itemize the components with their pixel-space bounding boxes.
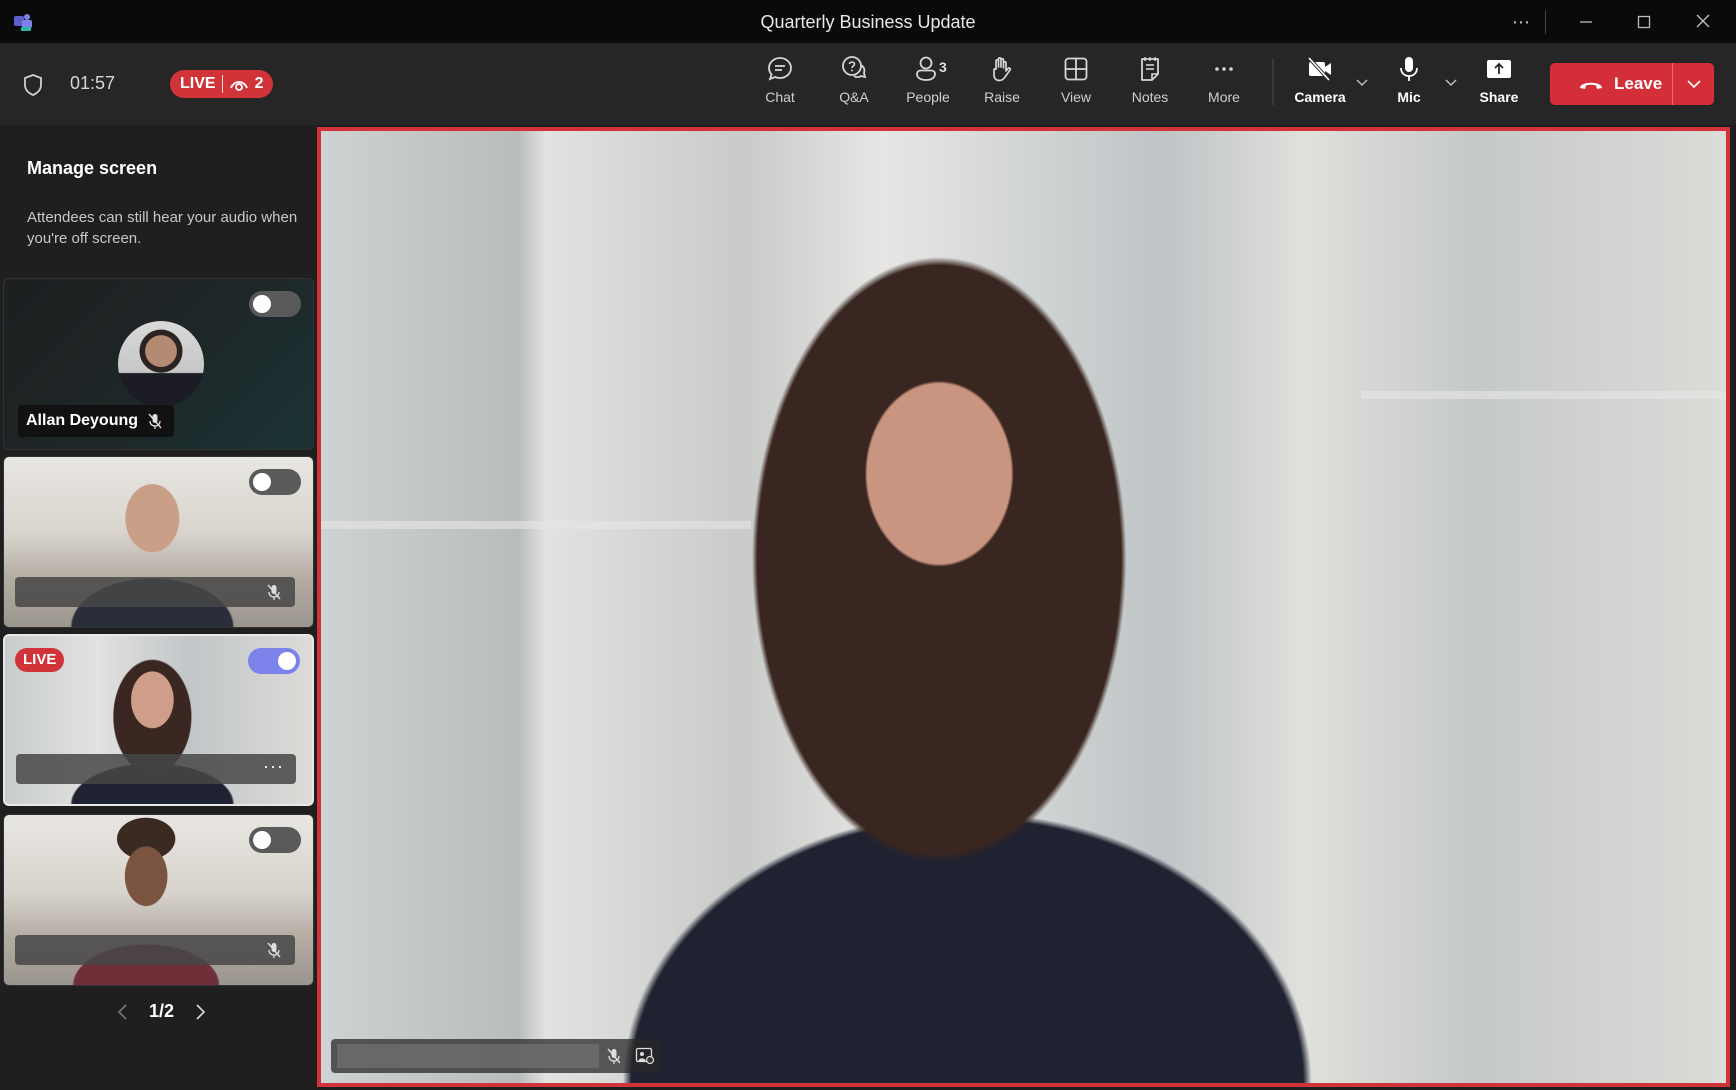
leave-options-button[interactable] <box>1673 63 1714 105</box>
on-screen-toggle[interactable] <box>249 291 301 317</box>
tile-pager: 1/2 <box>115 1001 208 1022</box>
panel-title: Manage screen <box>27 158 158 178</box>
participant-name-bar: ··· <box>16 754 296 784</box>
leave-button-group: Leave <box>1550 63 1714 105</box>
hang-up-icon <box>1580 82 1602 89</box>
people-button[interactable]: 3 People <box>895 55 961 117</box>
meeting-toolbar: 01:57 LIVE 2 Chat Q&A 3 People Raise Vie… <box>0 43 1736 125</box>
more-icon <box>1215 67 1233 71</box>
mic-muted-icon <box>267 942 281 958</box>
mic-muted-icon <box>607 1048 621 1064</box>
notes-icon <box>1141 57 1159 81</box>
mic-options-chevron-icon[interactable] <box>1442 73 1460 91</box>
participant-name-bar <box>15 935 295 965</box>
notes-button[interactable]: Notes <box>1117 55 1183 117</box>
mic-label: Mic <box>1397 89 1421 105</box>
manage-screen-panel: Manage screen Attendees can still hear y… <box>0 125 317 1090</box>
minimize-button[interactable] <box>1573 10 1599 34</box>
viewers-eye-icon <box>229 81 248 91</box>
maximize-button[interactable] <box>1631 10 1657 34</box>
raise-label: Raise <box>984 89 1020 105</box>
main-video-stage <box>317 127 1730 1087</box>
window-title: Quarterly Business Update <box>760 12 976 32</box>
chevron-down-icon <box>1686 80 1701 89</box>
main-video-name-bar <box>331 1039 661 1073</box>
more-label: More <box>1208 89 1240 105</box>
qa-label: Q&A <box>839 89 869 105</box>
next-page-icon[interactable] <box>192 1002 208 1022</box>
avatar <box>118 321 204 407</box>
more-options-icon[interactable]: ⋯ <box>1508 10 1534 34</box>
camera-options-chevron-icon[interactable] <box>1353 73 1371 91</box>
notes-label: Notes <box>1131 89 1169 105</box>
view-button[interactable]: View <box>1043 55 1109 117</box>
raise-hand-icon <box>993 57 1012 82</box>
participant-tile[interactable] <box>3 814 314 986</box>
previous-page-icon[interactable] <box>115 1002 131 1022</box>
on-screen-toggle[interactable] <box>248 648 300 674</box>
title-bar: Quarterly Business Update ⋯ <box>0 0 1736 43</box>
participant-tile-live[interactable]: LIVE ··· <box>3 634 314 806</box>
toggle-knob <box>278 652 296 670</box>
leave-button[interactable]: Leave <box>1550 63 1672 105</box>
spotlight-settings-icon[interactable] <box>635 1047 655 1065</box>
page-indicator: 1/2 <box>149 1001 175 1021</box>
on-screen-toggle[interactable] <box>249 469 301 495</box>
titlebar-divider <box>1545 10 1546 34</box>
camera-label: Camera <box>1294 89 1346 105</box>
participant-name-bar <box>15 577 295 607</box>
live-badge: LIVE <box>15 648 65 672</box>
more-button[interactable]: More <box>1191 55 1257 117</box>
on-screen-toggle[interactable] <box>249 827 301 853</box>
badge-divider <box>221 75 223 93</box>
participant-name-chip: Allan Deyoung <box>18 405 175 437</box>
qa-icon <box>842 56 867 79</box>
toggle-knob <box>253 295 271 313</box>
camera-button[interactable]: Camera <box>1287 55 1353 117</box>
people-icon <box>916 56 936 81</box>
panel-description: Attendees can still hear your audio when… <box>27 209 298 247</box>
leave-label: Leave <box>1614 74 1663 93</box>
close-button[interactable] <box>1690 10 1716 34</box>
mic-muted-icon <box>267 584 281 600</box>
participant-name: Allan Deyoung <box>26 412 139 429</box>
qa-button[interactable]: Q&A <box>821 55 887 117</box>
toggle-knob <box>253 831 271 849</box>
participant-tile[interactable] <box>3 456 314 628</box>
viewer-count: 2 <box>254 75 264 92</box>
share-label: Share <box>1479 89 1519 105</box>
toggle-knob <box>253 473 271 491</box>
toolbar-divider <box>1272 59 1274 105</box>
chat-icon <box>768 57 792 81</box>
live-label: LIVE <box>180 75 216 92</box>
mic-button[interactable]: Mic <box>1376 55 1442 117</box>
meeting-timer: 01:57 <box>70 73 116 93</box>
speaker-name-field <box>337 1044 599 1068</box>
grid-view-icon <box>1064 57 1088 81</box>
mic-icon <box>1400 57 1418 81</box>
window-frame-decor <box>1361 391 1726 399</box>
live-status-badge: LIVE 2 <box>170 70 274 98</box>
share-button[interactable]: Share <box>1466 55 1532 117</box>
raise-hand-button[interactable]: Raise <box>969 55 1035 117</box>
view-label: View <box>1060 89 1092 105</box>
share-icon <box>1487 60 1511 78</box>
window-frame-decor <box>321 521 751 529</box>
chat-button[interactable]: Chat <box>747 55 813 117</box>
participant-tile[interactable]: Allan Deyoung <box>3 278 314 450</box>
shield-icon[interactable] <box>22 73 44 97</box>
people-label: People <box>906 89 950 105</box>
people-count: 3 <box>939 59 947 75</box>
camera-off-icon <box>1307 56 1331 82</box>
chat-label: Chat <box>765 89 795 105</box>
mic-muted-icon <box>148 413 162 429</box>
more-options-icon[interactable]: ··· <box>263 756 284 777</box>
